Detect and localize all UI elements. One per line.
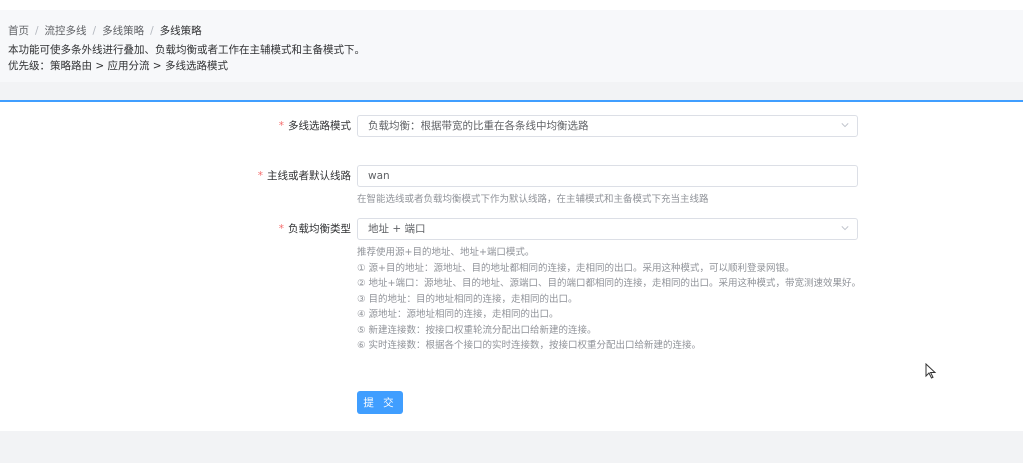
top-strip [0, 0, 1023, 10]
lb-help-line: ⑥ 实时连接数：根据各个接口的实时连接数，按接口权重分配出口给新建的连接。 [357, 340, 702, 351]
required-mark: * [278, 223, 284, 235]
default-line-label-text: 主线或者默认线路 [267, 170, 351, 182]
mode-select-value: 负载均衡：根据带宽的比重在各条线中均衡选路 [368, 120, 589, 132]
breadcrumb-separator: / [92, 25, 97, 37]
lb-help-line: ④ 源地址：源地址相同的连接，走相同的出口。 [357, 309, 559, 320]
lb-type-label-text: 负载均衡类型 [288, 223, 351, 235]
required-mark: * [257, 170, 263, 182]
form-card: * 多线选路模式 负载均衡：根据带宽的比重在各条线中均衡选路 * 主线或者默认线路 … [0, 100, 1023, 431]
breadcrumb-item-flow-control[interactable]: 流控多线 [45, 25, 87, 37]
breadcrumb-item-current: 多线策略 [159, 25, 202, 37]
breadcrumb-separator: / [35, 25, 39, 37]
breadcrumb-separator: / [150, 25, 154, 37]
lb-help-line: ① 源+目的地址：源地址、目的地址都相同的连接，走相同的出口。采用这种模式，可以… [357, 262, 795, 274]
lb-help-line: ③ 目的地址：目的地址相同的连接，走相同的出口。 [357, 293, 578, 305]
required-mark: * [278, 120, 284, 132]
priority-note: 优先级：策略路由 > 应用分流 > 多线选路模式 [8, 60, 228, 72]
mouse-pointer-icon [925, 363, 937, 379]
breadcrumb-item-home[interactable]: 首页 [8, 25, 29, 37]
lb-type-help: 推荐使用源+目的地址、地址+端口模式。 ① 源+目的地址：源地址、目的地址都相同… [357, 245, 867, 354]
mode-label: * 多线选路模式 [279, 115, 351, 137]
mode-label-text: 多线选路模式 [288, 120, 351, 132]
chevron-down-icon [841, 123, 849, 128]
mode-select[interactable]: 负载均衡：根据带宽的比重在各条线中均衡选路 [357, 115, 858, 137]
page-description: 本功能可使多条外线进行叠加、负载均衡或者工作在主辅模式和主备模式下。 [8, 44, 365, 56]
chevron-down-icon [841, 226, 849, 231]
lb-type-select[interactable]: 地址 + 端口 [357, 218, 858, 240]
default-line-help: 在智能选线或者负载均衡模式下作为默认线路，在主辅模式和主备模式下充当主线路 [357, 194, 709, 205]
lb-type-select-value: 地址 + 端口 [368, 223, 426, 235]
lb-type-label: * 负载均衡类型 [279, 218, 351, 240]
submit-button[interactable]: 提 交 [357, 391, 403, 414]
lb-help-line: 推荐使用源+目的地址、地址+端口模式。 [357, 247, 535, 258]
breadcrumb: 首页 / 流控多线 / 多线策略 / 多线策略 [8, 23, 1023, 39]
lb-help-line: ② 地址+端口：源地址、目的地址、源端口、目的端口都相同的连接，走相同的出口。采… [357, 278, 861, 289]
default-line-label: * 主线或者默认线路 [258, 165, 351, 187]
lb-help-line: ⑤ 新建连接数：按接口权重轮流分配出口给新建的连接。 [357, 324, 597, 336]
page-header: 首页 / 流控多线 / 多线策略 / 多线策略 本功能可使多条外线进行叠加、负载均衡或者工作… [0, 10, 1023, 82]
default-line-input[interactable]: wan [357, 165, 858, 187]
breadcrumb-item-policy[interactable]: 多线策略 [102, 25, 144, 37]
